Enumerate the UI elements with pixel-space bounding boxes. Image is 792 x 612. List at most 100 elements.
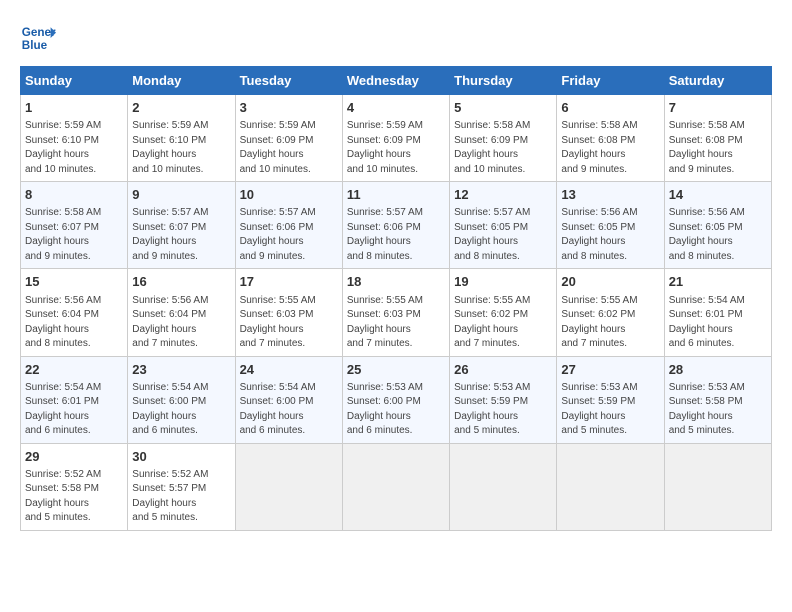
day-number: 23 — [132, 361, 230, 379]
calendar-cell — [342, 443, 449, 530]
day-number: 3 — [240, 99, 338, 117]
calendar-cell — [664, 443, 771, 530]
calendar-cell: 12 Sunrise: 5:57 AM Sunset: 6:05 PM Dayl… — [450, 182, 557, 269]
weekday-header-monday: Monday — [128, 67, 235, 95]
day-info: Sunrise: 5:56 AM Sunset: 6:04 PM Dayligh… — [25, 294, 123, 352]
day-info: Sunrise: 5:57 AM Sunset: 6:05 PM Dayligh… — [454, 206, 552, 264]
day-info: Sunrise: 5:56 AM Sunset: 6:04 PM Dayligh… — [132, 294, 230, 352]
day-info: Sunrise: 5:55 AM Sunset: 6:02 PM Dayligh… — [561, 294, 659, 352]
weekday-header-thursday: Thursday — [450, 67, 557, 95]
day-info: Sunrise: 5:59 AM Sunset: 6:10 PM Dayligh… — [132, 119, 230, 177]
day-number: 29 — [25, 448, 123, 466]
day-info: Sunrise: 5:55 AM Sunset: 6:03 PM Dayligh… — [240, 294, 338, 352]
day-info: Sunrise: 5:59 AM Sunset: 6:09 PM Dayligh… — [240, 119, 338, 177]
day-number: 30 — [132, 448, 230, 466]
day-number: 13 — [561, 186, 659, 204]
calendar-cell: 16 Sunrise: 5:56 AM Sunset: 6:04 PM Dayl… — [128, 269, 235, 356]
day-info: Sunrise: 5:57 AM Sunset: 6:06 PM Dayligh… — [347, 206, 445, 264]
day-number: 16 — [132, 273, 230, 291]
day-info: Sunrise: 5:58 AM Sunset: 6:08 PM Dayligh… — [561, 119, 659, 177]
day-info: Sunrise: 5:55 AM Sunset: 6:03 PM Dayligh… — [347, 294, 445, 352]
day-number: 27 — [561, 361, 659, 379]
calendar-cell: 11 Sunrise: 5:57 AM Sunset: 6:06 PM Dayl… — [342, 182, 449, 269]
calendar-cell: 8 Sunrise: 5:58 AM Sunset: 6:07 PM Dayli… — [21, 182, 128, 269]
calendar-cell: 20 Sunrise: 5:55 AM Sunset: 6:02 PM Dayl… — [557, 269, 664, 356]
weekday-header-tuesday: Tuesday — [235, 67, 342, 95]
day-number: 6 — [561, 99, 659, 117]
day-number: 8 — [25, 186, 123, 204]
calendar-cell: 29 Sunrise: 5:52 AM Sunset: 5:58 PM Dayl… — [21, 443, 128, 530]
weekday-header-wednesday: Wednesday — [342, 67, 449, 95]
day-number: 9 — [132, 186, 230, 204]
day-info: Sunrise: 5:59 AM Sunset: 6:10 PM Dayligh… — [25, 119, 123, 177]
calendar-cell: 13 Sunrise: 5:56 AM Sunset: 6:05 PM Dayl… — [557, 182, 664, 269]
day-number: 20 — [561, 273, 659, 291]
day-number: 10 — [240, 186, 338, 204]
logo-icon: General Blue — [20, 20, 56, 56]
day-number: 24 — [240, 361, 338, 379]
day-info: Sunrise: 5:59 AM Sunset: 6:09 PM Dayligh… — [347, 119, 445, 177]
calendar-cell: 14 Sunrise: 5:56 AM Sunset: 6:05 PM Dayl… — [664, 182, 771, 269]
day-info: Sunrise: 5:53 AM Sunset: 5:59 PM Dayligh… — [561, 381, 659, 439]
day-number: 19 — [454, 273, 552, 291]
calendar-cell: 26 Sunrise: 5:53 AM Sunset: 5:59 PM Dayl… — [450, 356, 557, 443]
calendar-cell: 17 Sunrise: 5:55 AM Sunset: 6:03 PM Dayl… — [235, 269, 342, 356]
day-info: Sunrise: 5:54 AM Sunset: 6:01 PM Dayligh… — [25, 381, 123, 439]
weekday-header-friday: Friday — [557, 67, 664, 95]
calendar-cell: 9 Sunrise: 5:57 AM Sunset: 6:07 PM Dayli… — [128, 182, 235, 269]
calendar-cell: 25 Sunrise: 5:53 AM Sunset: 6:00 PM Dayl… — [342, 356, 449, 443]
day-info: Sunrise: 5:53 AM Sunset: 5:58 PM Dayligh… — [669, 381, 767, 439]
calendar-cell: 22 Sunrise: 5:54 AM Sunset: 6:01 PM Dayl… — [21, 356, 128, 443]
day-info: Sunrise: 5:54 AM Sunset: 6:01 PM Dayligh… — [669, 294, 767, 352]
day-number: 28 — [669, 361, 767, 379]
day-info: Sunrise: 5:58 AM Sunset: 6:09 PM Dayligh… — [454, 119, 552, 177]
day-number: 12 — [454, 186, 552, 204]
calendar-cell: 24 Sunrise: 5:54 AM Sunset: 6:00 PM Dayl… — [235, 356, 342, 443]
day-number: 15 — [25, 273, 123, 291]
day-number: 22 — [25, 361, 123, 379]
day-info: Sunrise: 5:57 AM Sunset: 6:07 PM Dayligh… — [132, 206, 230, 264]
calendar-cell: 1 Sunrise: 5:59 AM Sunset: 6:10 PM Dayli… — [21, 95, 128, 182]
day-info: Sunrise: 5:52 AM Sunset: 5:58 PM Dayligh… — [25, 468, 123, 526]
day-number: 2 — [132, 99, 230, 117]
day-info: Sunrise: 5:58 AM Sunset: 6:08 PM Dayligh… — [669, 119, 767, 177]
day-info: Sunrise: 5:56 AM Sunset: 6:05 PM Dayligh… — [669, 206, 767, 264]
calendar-cell: 6 Sunrise: 5:58 AM Sunset: 6:08 PM Dayli… — [557, 95, 664, 182]
calendar-cell: 10 Sunrise: 5:57 AM Sunset: 6:06 PM Dayl… — [235, 182, 342, 269]
calendar-cell: 15 Sunrise: 5:56 AM Sunset: 6:04 PM Dayl… — [21, 269, 128, 356]
day-info: Sunrise: 5:53 AM Sunset: 5:59 PM Dayligh… — [454, 381, 552, 439]
day-number: 11 — [347, 186, 445, 204]
calendar-cell: 2 Sunrise: 5:59 AM Sunset: 6:10 PM Dayli… — [128, 95, 235, 182]
calendar-cell: 7 Sunrise: 5:58 AM Sunset: 6:08 PM Dayli… — [664, 95, 771, 182]
day-info: Sunrise: 5:54 AM Sunset: 6:00 PM Dayligh… — [132, 381, 230, 439]
calendar-cell: 18 Sunrise: 5:55 AM Sunset: 6:03 PM Dayl… — [342, 269, 449, 356]
day-number: 7 — [669, 99, 767, 117]
calendar-cell: 30 Sunrise: 5:52 AM Sunset: 5:57 PM Dayl… — [128, 443, 235, 530]
calendar-cell: 4 Sunrise: 5:59 AM Sunset: 6:09 PM Dayli… — [342, 95, 449, 182]
day-info: Sunrise: 5:54 AM Sunset: 6:00 PM Dayligh… — [240, 381, 338, 439]
day-number: 18 — [347, 273, 445, 291]
day-info: Sunrise: 5:56 AM Sunset: 6:05 PM Dayligh… — [561, 206, 659, 264]
logo: General Blue — [20, 20, 60, 56]
day-number: 14 — [669, 186, 767, 204]
day-info: Sunrise: 5:57 AM Sunset: 6:06 PM Dayligh… — [240, 206, 338, 264]
calendar-cell — [557, 443, 664, 530]
calendar-cell: 27 Sunrise: 5:53 AM Sunset: 5:59 PM Dayl… — [557, 356, 664, 443]
calendar-cell — [235, 443, 342, 530]
day-number: 5 — [454, 99, 552, 117]
day-number: 1 — [25, 99, 123, 117]
day-info: Sunrise: 5:55 AM Sunset: 6:02 PM Dayligh… — [454, 294, 552, 352]
day-info: Sunrise: 5:58 AM Sunset: 6:07 PM Dayligh… — [25, 206, 123, 264]
day-number: 25 — [347, 361, 445, 379]
calendar-cell — [450, 443, 557, 530]
weekday-header-saturday: Saturday — [664, 67, 771, 95]
calendar-cell: 5 Sunrise: 5:58 AM Sunset: 6:09 PM Dayli… — [450, 95, 557, 182]
calendar-cell: 28 Sunrise: 5:53 AM Sunset: 5:58 PM Dayl… — [664, 356, 771, 443]
calendar-cell: 19 Sunrise: 5:55 AM Sunset: 6:02 PM Dayl… — [450, 269, 557, 356]
weekday-header-sunday: Sunday — [21, 67, 128, 95]
calendar-table: SundayMondayTuesdayWednesdayThursdayFrid… — [20, 66, 772, 531]
calendar-cell: 3 Sunrise: 5:59 AM Sunset: 6:09 PM Dayli… — [235, 95, 342, 182]
day-number: 17 — [240, 273, 338, 291]
day-number: 4 — [347, 99, 445, 117]
day-info: Sunrise: 5:52 AM Sunset: 5:57 PM Dayligh… — [132, 468, 230, 526]
